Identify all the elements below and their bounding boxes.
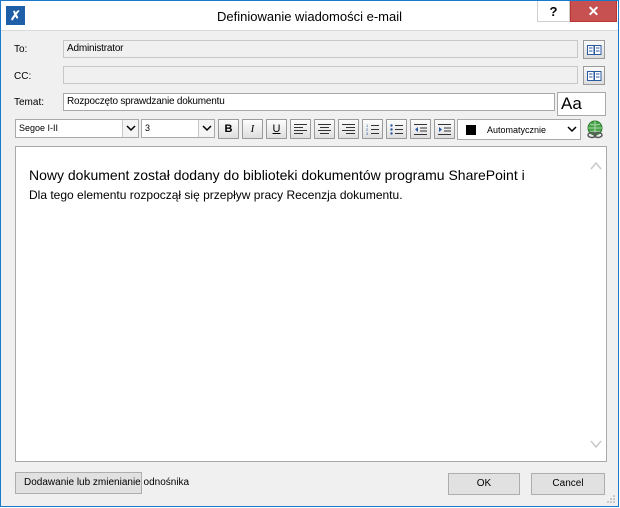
address-book-icon <box>587 71 602 81</box>
globe-link-icon <box>587 120 603 139</box>
subject-field[interactable]: Rozpoczęto sprawdzanie dokumentu <box>63 93 555 111</box>
bold-button[interactable]: B <box>218 119 239 139</box>
color-swatch <box>466 125 476 135</box>
close-button[interactable]: ✕ <box>570 1 617 22</box>
numbered-list-button[interactable]: 123 <box>362 119 383 139</box>
cc-address-book-button[interactable] <box>583 66 605 85</box>
font-size-value: 3 <box>145 123 151 133</box>
to-address-book-button[interactable] <box>583 40 605 59</box>
cancel-button[interactable]: Cancel <box>531 473 605 495</box>
chevron-down-icon <box>198 120 214 137</box>
body-line-2: Dla tego elementu rozpoczął się przepływ… <box>29 188 403 202</box>
dialog-title: Definiowanie wiadomości e-mail <box>217 9 402 24</box>
bullet-list-icon <box>390 124 403 135</box>
align-right-icon <box>342 124 355 134</box>
font-name-select[interactable]: Segoe I-II <box>15 119 139 138</box>
scroll-up-icon[interactable] <box>590 161 602 171</box>
hyperlink-button[interactable] <box>585 120 605 140</box>
chevron-down-icon <box>567 126 577 133</box>
underline-button[interactable]: U <box>266 119 287 139</box>
decrease-indent-icon <box>414 124 427 135</box>
increase-indent-button[interactable] <box>434 119 455 139</box>
align-center-icon <box>318 124 331 134</box>
font-color-select[interactable]: Automatycznie <box>457 119 581 140</box>
align-right-button[interactable] <box>338 119 359 139</box>
font-color-value: Automatycznie <box>487 125 547 135</box>
svg-text:3: 3 <box>366 131 369 136</box>
decrease-indent-button[interactable] <box>410 119 431 139</box>
subject-label: Temat: <box>14 97 45 108</box>
increase-indent-icon <box>438 124 451 135</box>
numbered-list-icon: 123 <box>366 123 379 136</box>
to-label: To: <box>14 44 28 55</box>
email-dialog: ✗ Definiowanie wiadomości e-mail ? ✕ To:… <box>0 0 619 507</box>
chevron-down-icon <box>122 120 138 137</box>
to-field[interactable]: Administrator <box>63 40 578 58</box>
italic-button[interactable]: I <box>242 119 263 139</box>
font-size-select[interactable]: 3 <box>141 119 215 138</box>
font-name-value: Segoe I-II <box>19 123 59 133</box>
add-change-link-button[interactable]: Dodawanie lub zmienianie odnośnika <box>15 472 189 494</box>
message-body-editor[interactable]: Nowy dokument został dodany do bibliotek… <box>15 146 607 462</box>
align-center-button[interactable] <box>314 119 335 139</box>
address-book-icon <box>587 45 602 55</box>
resize-grip-icon[interactable] <box>606 494 616 504</box>
ok-button[interactable]: OK <box>448 473 520 495</box>
help-button[interactable]: ? <box>537 1 570 22</box>
body-line-1: Nowy dokument został dodany do bibliotek… <box>29 167 525 183</box>
align-left-button[interactable] <box>290 119 311 139</box>
scroll-down-icon[interactable] <box>590 439 602 449</box>
title-bar: ✗ Definiowanie wiadomości e-mail ? ✕ <box>1 1 618 31</box>
bullet-list-button[interactable] <box>386 119 407 139</box>
cc-label: CC: <box>14 71 32 82</box>
insert-lookup-button[interactable]: Aa <box>557 92 606 116</box>
cc-field[interactable] <box>63 66 578 84</box>
align-left-icon <box>294 124 307 134</box>
